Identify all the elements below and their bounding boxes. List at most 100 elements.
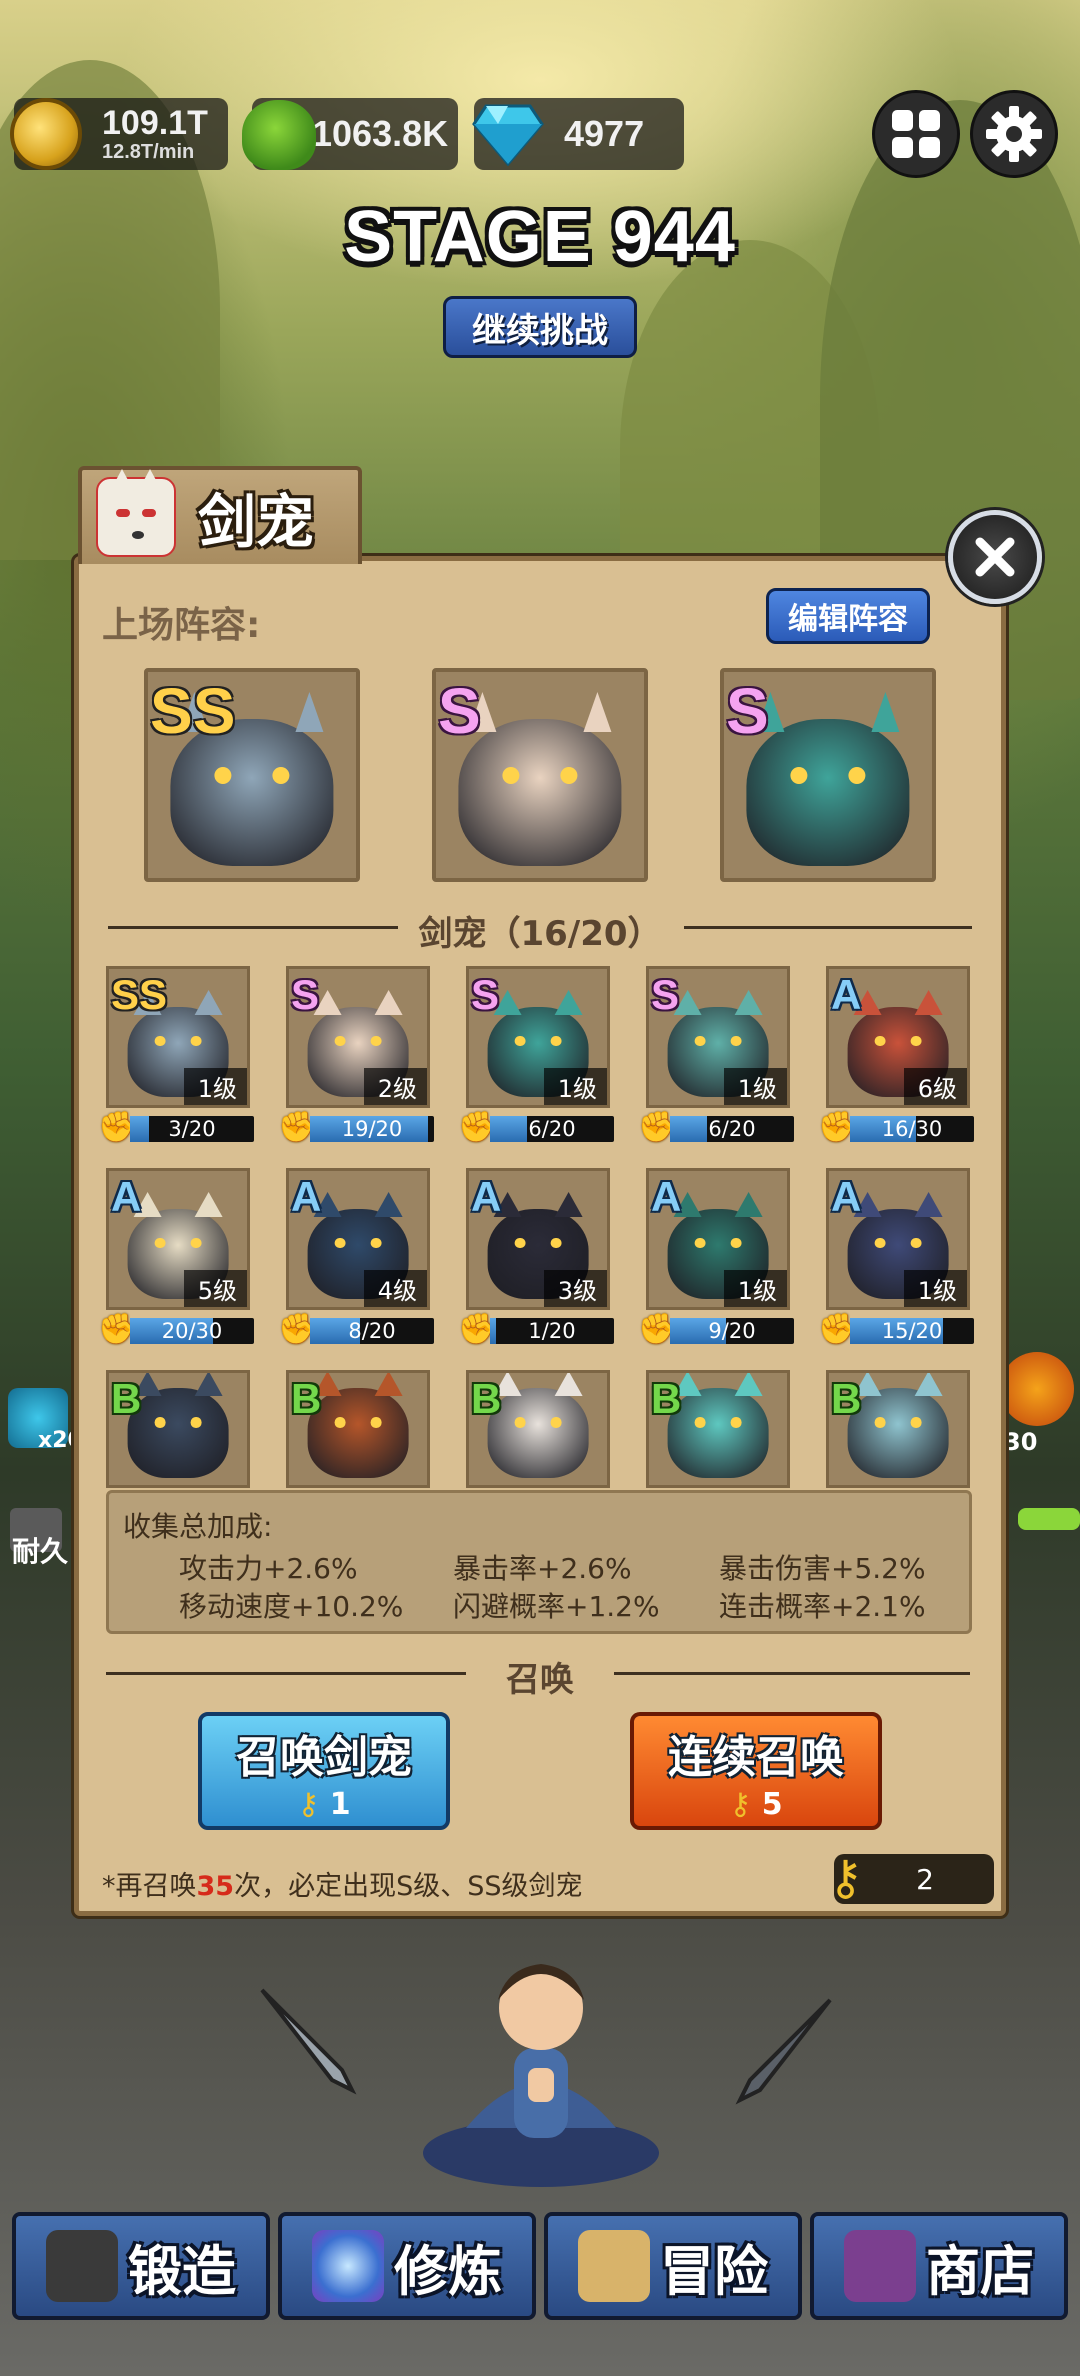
pet-eye [514,1035,526,1047]
close-button[interactable] [948,510,1042,604]
nav-label: 商店 [926,2239,1034,2303]
pet-ear [374,1191,403,1217]
progress-text: 16/30 [881,1117,943,1141]
map-scroll-icon [578,2230,650,2302]
side-right-count: 30 [1004,1428,1038,1456]
settings-button[interactable] [970,90,1058,178]
pet-level: 3级 [543,1270,607,1307]
grade-badge: S [438,675,481,747]
pet-eye [154,1035,166,1047]
pet-eye [694,1417,706,1428]
pet-eye [502,767,520,785]
pet-card[interactable]: S 1级 [466,966,610,1108]
summon-multi-cost: ⚷ 5 [729,1787,782,1822]
key-icon: ⚷ [729,1786,752,1822]
pet-card[interactable]: B [286,1370,430,1488]
pet-creature-art [746,692,910,866]
grade-badge: B [471,1375,502,1422]
nav-forge[interactable]: 锻造 [12,2212,270,2320]
slime-value: 1063.8K [312,113,449,154]
pet-ear [374,1373,403,1397]
pet-creature-art [127,1373,229,1479]
lineup-slot[interactable]: S [720,668,936,882]
pet-card[interactable]: A 1级 [646,1168,790,1310]
divider [614,1672,970,1675]
gold-value: 109.1T [102,104,208,142]
pet-card[interactable]: B [466,1370,610,1488]
progress-text: 20/30 [161,1319,223,1343]
pet-card[interactable]: S 2级 [286,966,430,1108]
pet-level: 2级 [363,1068,427,1105]
bonus-item: 暴击伤害+5.2% [719,1552,926,1585]
pet-card[interactable]: S 1级 [646,966,790,1108]
pet-eye [910,1035,922,1047]
progress-text: 8/20 [348,1319,396,1343]
progress-text: 6/20 [528,1117,576,1141]
pet-card[interactable]: A 6级 [826,966,970,1108]
pet-card[interactable]: B [826,1370,970,1488]
pet-ear [734,1191,763,1217]
nav-label: 修炼 [394,2239,502,2303]
collection-bonus-box: 收集总加成: 攻击力+2.6% 暴击率+2.6% 暴击伤害+5.2% 移动速度+… [106,1490,972,1634]
summon-one-cost: ⚷ 1 [297,1787,350,1822]
grade-badge: B [831,1375,862,1422]
bonus-item: 攻击力+2.6% [179,1552,358,1585]
panel-title: 剑宠 [198,488,315,556]
resource-bar: 109.1T 12.8T/min 1063.8K 4977 [10,98,684,170]
pet-creature-art [847,1373,949,1479]
nav-cultivate[interactable]: 修炼 [278,2212,536,2320]
pet-eye [190,1417,202,1428]
pet-ear [374,989,403,1015]
nav-adventure[interactable]: 冒险 [544,2212,802,2320]
progress-text: 6/20 [708,1117,756,1141]
summon-multi-button[interactable]: 连续召唤 ⚷ 5 [630,1712,882,1830]
bonus-item: 移动速度+10.2% [179,1590,404,1623]
pet-progress-bar: 6/20 [490,1116,614,1142]
summon-multi-label: 连续召唤 [668,1731,844,1783]
grade-badge: S [291,971,320,1018]
pet-card[interactable]: A 1级 [826,1168,970,1310]
anvil-icon [46,2230,118,2302]
summon-guarantee-note: *再召唤35次，必定出现S级、SS级剑宠 [102,1864,583,1903]
slime-display: 1063.8K [242,98,458,170]
note-prefix: *再召唤 [102,1871,197,1902]
pet-ear [194,989,223,1015]
lineup-slot[interactable]: S [432,668,648,882]
grade-badge: B [291,1375,322,1422]
gold-coin-icon [10,98,82,170]
grade-badge: A [111,1173,142,1220]
pet-ear [734,989,763,1015]
diamond-value: 4977 [564,113,645,154]
pet-eye [370,1035,382,1047]
pet-eye [848,767,866,785]
note-count: 35 [196,1871,235,1902]
pet-eye [874,1417,886,1428]
gold-rate: 12.8T/min [102,141,195,163]
pet-eye [190,1035,202,1047]
summon-one-button[interactable]: 召唤剑宠 ⚷ 1 [198,1712,450,1830]
menu-grid-button[interactable] [872,90,960,178]
pet-ear [914,1191,943,1217]
treasure-chest-icon [844,2230,916,2302]
panel-tab: 剑宠 [78,466,362,564]
continue-challenge-button[interactable]: 继续挑战 [443,296,637,358]
pet-progress-bar: 9/20 [670,1318,794,1344]
pet-card[interactable]: A 4级 [286,1168,430,1310]
pet-card[interactable]: SS 1级 [106,966,250,1108]
pet-level: 1级 [723,1068,787,1105]
gear-icon [986,106,1042,162]
note-suffix: 次，必定出现S级、SS级剑宠 [234,1871,583,1902]
grade-badge: S [726,675,769,747]
pet-card[interactable]: A 5级 [106,1168,250,1310]
side-right-button[interactable] [1000,1352,1074,1426]
pet-progress-bar: 1/20 [490,1318,614,1344]
pet-progress-bar: 15/20 [850,1318,974,1344]
pet-card[interactable]: B [646,1370,790,1488]
pet-card[interactable]: A 3级 [466,1168,610,1310]
pet-card[interactable]: B [106,1370,250,1488]
lineup-slot[interactable]: SS [144,668,360,882]
edit-lineup-button[interactable]: 编辑阵容 [766,588,930,644]
grade-badge: SS [111,971,168,1018]
nav-shop[interactable]: 商店 [810,2212,1068,2320]
divider [106,1672,466,1675]
